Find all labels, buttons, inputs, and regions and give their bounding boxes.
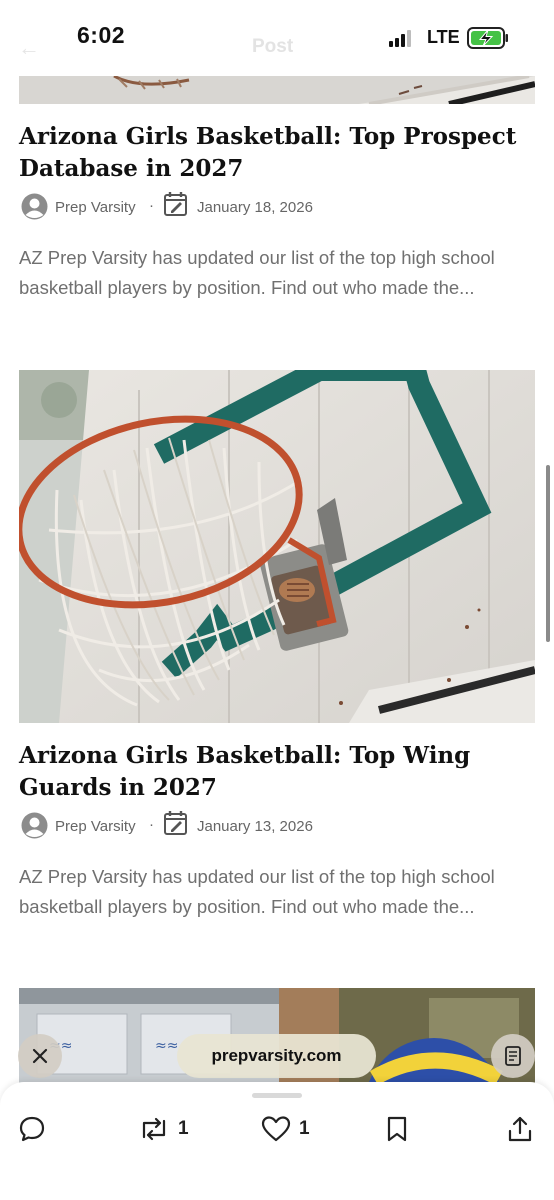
- like-count: 1: [299, 1118, 310, 1139]
- share-button[interactable]: [507, 1114, 533, 1144]
- author-name[interactable]: Prep Varsity: [55, 818, 136, 835]
- calendar-edit-icon: [164, 811, 187, 835]
- back-arrow-icon: ←: [18, 35, 40, 60]
- repost-icon: [142, 1117, 166, 1141]
- article-meta: Prep Varsity · January 13, 2026: [19, 810, 539, 844]
- status-bar: ← Post 6:02 LTE: [0, 0, 554, 76]
- reader-mode-button[interactable]: [491, 1034, 535, 1078]
- url-text: prepvarsity.com: [211, 1046, 342, 1065]
- meta-separator: ·: [149, 197, 154, 214]
- like-button[interactable]: 1: [261, 1114, 310, 1144]
- post-action-bar: 1 1: [0, 1082, 554, 1200]
- battery-charging-icon: [467, 27, 508, 49]
- publish-date: January 18, 2026: [197, 199, 313, 216]
- share-icon: [508, 1116, 532, 1142]
- article-image-previous[interactable]: [19, 76, 535, 104]
- article-title[interactable]: Arizona Girls Basketball: Top Prospect D…: [19, 121, 539, 185]
- comment-icon: [19, 1116, 45, 1142]
- repost-count: 1: [178, 1118, 189, 1139]
- repost-button[interactable]: 1: [138, 1114, 189, 1144]
- article-meta: Prep Varsity · January 18, 2026: [19, 191, 539, 225]
- person-circle-icon: [21, 812, 48, 839]
- cellular-signal-icon: [389, 29, 417, 47]
- article-excerpt: AZ Prep Varsity has updated our list of …: [19, 866, 495, 917]
- bookmark-icon: [387, 1116, 407, 1142]
- article-image-basketball-hoop[interactable]: [19, 370, 535, 723]
- network-type: LTE: [427, 27, 460, 47]
- status-time: 6:02: [77, 22, 126, 48]
- author-name[interactable]: Prep Varsity: [55, 199, 136, 216]
- post-header-title: Post: [252, 36, 294, 57]
- article-excerpt: AZ Prep Varsity has updated our list of …: [19, 247, 495, 298]
- close-icon: [32, 1048, 48, 1064]
- publish-date: January 13, 2026: [197, 818, 313, 835]
- bookmark-button[interactable]: [385, 1114, 409, 1144]
- reader-mode-icon: [505, 1046, 521, 1066]
- scrollbar-thumb[interactable]: [546, 465, 550, 642]
- sheet-grabber[interactable]: [252, 1093, 302, 1098]
- heart-icon: [261, 1116, 291, 1142]
- meta-separator: ·: [149, 816, 154, 833]
- url-bar[interactable]: prepvarsity.com: [177, 1034, 376, 1078]
- close-button[interactable]: [18, 1034, 62, 1078]
- svg-text:≈≈: ≈≈: [155, 1038, 178, 1054]
- reply-button[interactable]: [18, 1114, 46, 1144]
- calendar-edit-icon: [164, 192, 187, 216]
- person-circle-icon: [21, 193, 48, 220]
- article-title[interactable]: Arizona Girls Basketball: Top Wing Guard…: [19, 740, 539, 804]
